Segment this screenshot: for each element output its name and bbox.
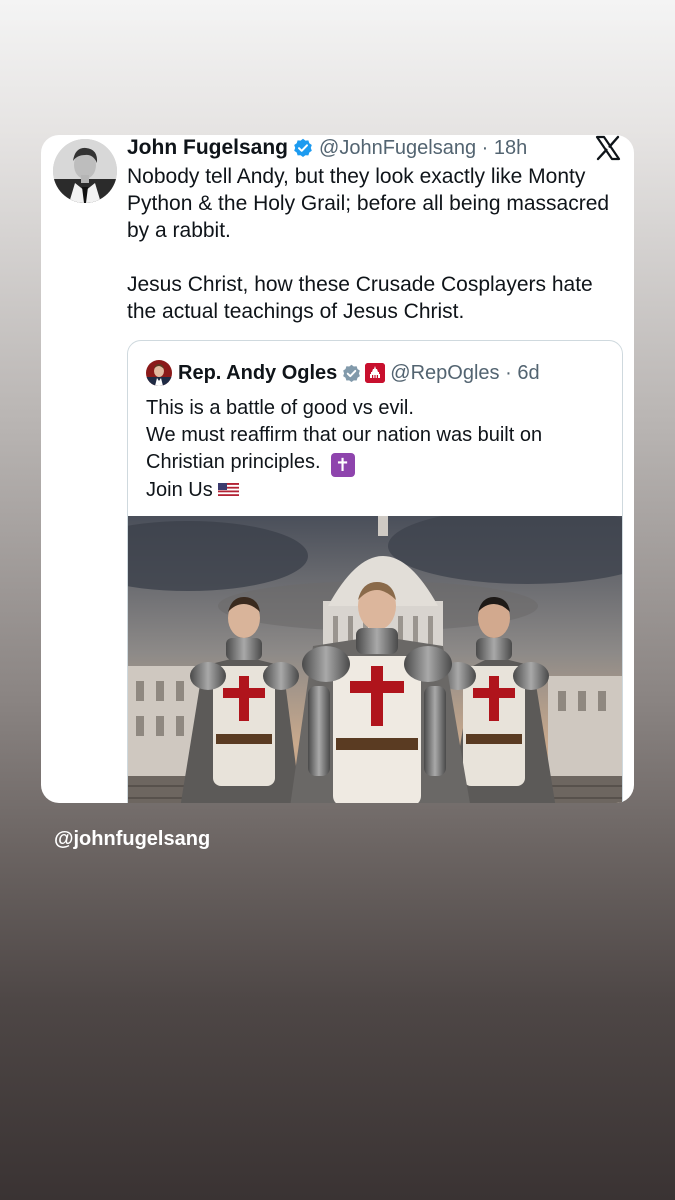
author-header: John Fugelsang @JohnFugelsang · 18h bbox=[127, 135, 527, 161]
verified-badge-icon bbox=[293, 138, 313, 158]
tweet-card[interactable]: John Fugelsang @JohnFugelsang · 18h Nobo… bbox=[41, 135, 634, 803]
tweet-paragraph: Jesus Christ, how these Crusade Cosplaye… bbox=[127, 273, 593, 323]
grey-check-icon bbox=[342, 364, 361, 383]
quoted-line: We must reaffirm that our nation was bui… bbox=[146, 424, 543, 446]
latin-cross-emoji: ✝ bbox=[330, 453, 355, 477]
quoted-header: Rep. Andy Ogles @RepOgles · 6d bbox=[146, 359, 540, 387]
quoted-avatar[interactable] bbox=[146, 360, 172, 386]
quoted-tweet[interactable]: Rep. Andy Ogles @RepOgles · 6d This is a… bbox=[127, 340, 623, 803]
author-avatar[interactable] bbox=[53, 139, 117, 203]
us-flag-emoji bbox=[217, 477, 239, 496]
post-time: 18h bbox=[493, 136, 528, 159]
tweet-paragraph: Nobody tell Andy, but they look exactly … bbox=[127, 165, 610, 242]
quoted-time: 6d bbox=[517, 361, 540, 384]
tweet-text: Nobody tell Andy, but they look exactly … bbox=[127, 163, 627, 325]
story-mention[interactable]: @johnfugelsang bbox=[54, 828, 210, 851]
quoted-author-name[interactable]: Rep. Andy Ogles bbox=[178, 362, 337, 385]
author-name[interactable]: John Fugelsang bbox=[127, 136, 288, 160]
quoted-line-with-emoji: Join Us bbox=[146, 477, 606, 504]
quoted-author-handle[interactable]: @RepOgles · 6d bbox=[390, 362, 539, 385]
three-knights-templar-in-front-of-capitol-image[interactable] bbox=[128, 516, 622, 803]
quoted-line-with-emoji: Christian principles. ✝ bbox=[146, 449, 606, 477]
author-handle[interactable]: @JohnFugelsang · 18h bbox=[319, 137, 527, 160]
quoted-line: This is a battle of good vs evil. bbox=[146, 397, 414, 419]
government-flag-badge-icon bbox=[365, 363, 386, 383]
quoted-text: This is a battle of good vs evil. We mus… bbox=[146, 395, 606, 504]
x-logo-icon[interactable] bbox=[595, 135, 621, 161]
